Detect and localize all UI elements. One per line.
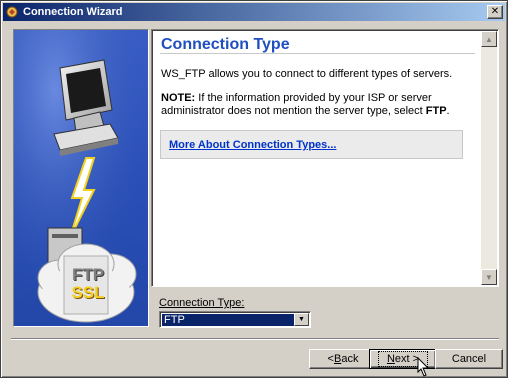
more-about-connection-types-link[interactable]: More About Connection Types... (169, 139, 336, 151)
connection-type-value: FTP (162, 314, 294, 326)
back-button-key: B (333, 353, 342, 365)
chevron-down-icon: ▼ (298, 316, 305, 323)
window-title: Connection Wizard (23, 6, 123, 18)
ssl-badge-text: SSL (71, 283, 105, 302)
ftp-badge-text: FTP (71, 265, 105, 284)
back-button-rest: ack (341, 353, 359, 365)
app-icon (5, 5, 19, 19)
description-text: WS_FTP allows you to connect to differen… (161, 68, 453, 80)
note-emphasis: FTP (425, 105, 447, 117)
connection-type-select[interactable]: FTP ▼ (159, 311, 311, 328)
wizard-window: Connection Wizard ✕ FTP SSL Connection T… (0, 0, 508, 378)
vertical-scrollbar[interactable]: ▲ ▼ (481, 31, 497, 285)
more-info-box: More About Connection Types... (160, 130, 463, 159)
note-label: NOTE: (161, 92, 196, 104)
button-divider (11, 338, 499, 340)
wizard-illustration-panel: FTP SSL (13, 29, 149, 327)
page-title: Connection Type (161, 36, 290, 53)
back-button[interactable]: < Back (309, 349, 377, 369)
note-end: . (446, 105, 450, 117)
scroll-up-button[interactable]: ▲ (481, 31, 497, 47)
mouse-cursor-icon (417, 357, 430, 377)
note-text: NOTE: If the information provided by you… (161, 92, 471, 118)
title-bar[interactable]: Connection Wizard ✕ (3, 3, 505, 21)
next-button-key: N (386, 353, 395, 365)
connection-type-label-text: Connection Type: (159, 297, 245, 309)
scroll-down-button[interactable]: ▼ (481, 269, 497, 285)
next-button-rest: ext > (394, 353, 420, 365)
heading-divider (160, 53, 475, 54)
close-button[interactable]: ✕ (487, 5, 503, 19)
cancel-button[interactable]: Cancel (435, 349, 503, 369)
arrow-down-icon: ▼ (485, 272, 493, 282)
note-body: If the information provided by your ISP … (161, 92, 432, 117)
dropdown-arrow-button[interactable]: ▼ (294, 313, 309, 326)
connection-type-label: Connection Type: (159, 297, 244, 309)
content-pane: Connection Type WS_FTP allows you to con… (151, 29, 499, 287)
arrow-up-icon: ▲ (485, 34, 493, 44)
close-icon: ✕ (490, 6, 500, 17)
